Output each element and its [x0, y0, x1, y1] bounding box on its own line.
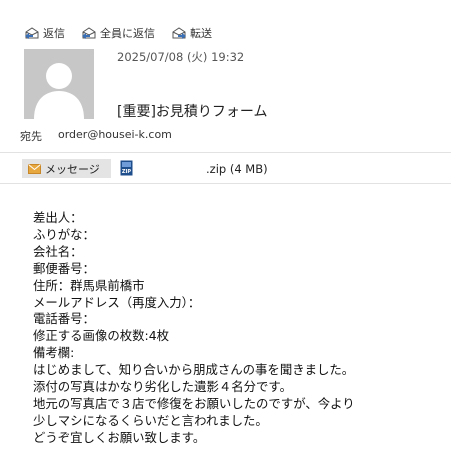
message-tab-label: メッセージ [45, 162, 100, 176]
attachment-name[interactable]: .zip (4 MB) [206, 162, 268, 176]
person-icon [34, 63, 84, 119]
body-line: 少しマシになるくらいだと言われました。 [33, 412, 268, 428]
body-line: 添付の写真はかなり劣化した遺影４名分です。 [33, 379, 292, 395]
zip-file-icon[interactable]: ZIP [120, 160, 133, 176]
to-label: 宛先 [20, 130, 42, 143]
body-line: はじめまして、知り合いから朋成さんの事を聞きました。 [33, 362, 355, 378]
to-address[interactable]: order@housei-k.com [58, 128, 172, 141]
envelope-icon [28, 163, 41, 174]
reply-icon [25, 27, 39, 39]
reply-all-label: 全員に返信 [100, 27, 155, 40]
message-tab[interactable]: メッセージ [22, 159, 111, 178]
message-subject: [重要]お見積りフォーム [117, 104, 268, 120]
body-line: どうぞ宜しくお願い致します。 [33, 429, 206, 445]
body-line: ふりがな： [33, 226, 95, 242]
body-line: 郵便番号： [33, 260, 95, 276]
body-line: 地元の写真店で３店で修復をお願いしたのですが、今より [33, 395, 355, 411]
forward-button[interactable]: 転送 [171, 25, 212, 41]
body-line: 会社名： [33, 243, 83, 259]
message-toolbar: 返信 全員に返信 転送 [24, 24, 228, 42]
body-line: 修正する画像の枚数:4枚 [33, 328, 169, 344]
forward-icon [172, 27, 186, 39]
message-body: 差出人： ふりがな： 会社名： 郵便番号： 住所：群馬県前橋市 メールアドレス（再度入力）… [33, 210, 355, 447]
body-line: メールアドレス（再度入力）： [33, 294, 201, 310]
body-line: 備考欄: [33, 345, 75, 361]
sender-avatar [24, 49, 94, 119]
attachment-bar: メッセージ ZIP .zip (4 MB) [0, 152, 451, 184]
reply-all-icon [82, 27, 96, 39]
zip-icon-text: ZIP [122, 169, 131, 175]
reply-all-button[interactable]: 全員に返信 [81, 25, 155, 41]
body-line: 差出人： [33, 210, 83, 225]
reply-button[interactable]: 返信 [24, 25, 65, 41]
body-line: 住所：群馬県前橋市 [33, 277, 145, 293]
reply-label: 返信 [43, 27, 65, 40]
body-line: 電話番号： [33, 311, 95, 327]
sent-date: 2025/07/08 (火) 19:32 [117, 50, 245, 64]
forward-label: 転送 [190, 27, 212, 40]
